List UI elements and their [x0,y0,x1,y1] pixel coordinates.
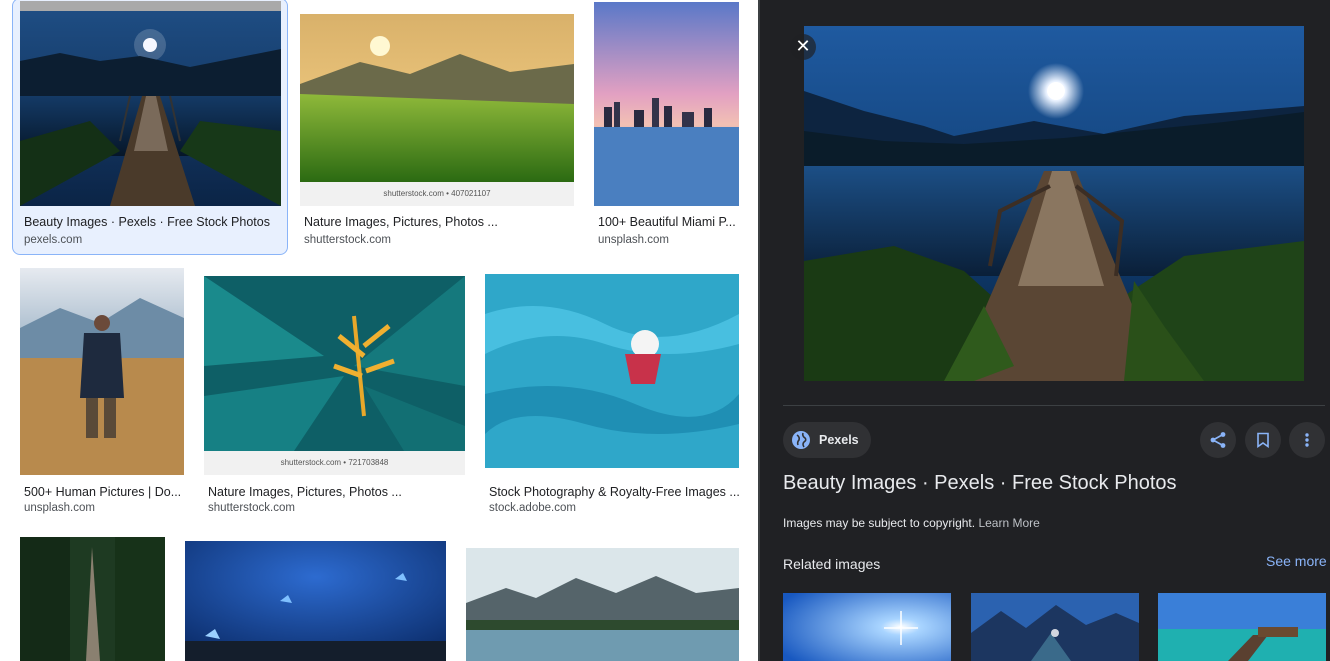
image-search-page: Beauty Images · Pexels · Free Stock Phot… [0,0,1330,661]
related-image[interactable] [971,593,1139,661]
more-vert-icon [1305,433,1309,447]
result-thumbnail[interactable] [466,548,739,661]
result-card[interactable] [466,537,741,661]
source-chip[interactable]: Pexels [783,422,871,458]
save-button[interactable] [1245,422,1281,458]
preview-title[interactable]: Beauty Images · Pexels · Free Stock Phot… [783,472,1177,495]
result-title[interactable]: Stock Photography & Royalty-Free Images … [489,485,743,499]
copyright-text: Images may be subject to copyright. [783,516,976,530]
related-image[interactable] [1158,593,1326,661]
see-more-link[interactable]: See more [1266,553,1327,569]
result-source[interactable]: shutterstock.com [304,234,391,246]
result-thumbnail[interactable] [485,274,739,468]
result-source[interactable]: pexels.com [24,234,82,246]
bookmark-icon [1257,432,1269,448]
panel-divider-line [783,405,1325,406]
result-thumbnail[interactable] [594,2,739,206]
result-card[interactable]: Stock Photography & Royalty-Free Images … [485,268,745,518]
copyright-notice: Images may be subject to copyright. Lear… [783,516,1040,530]
result-card[interactable] [185,541,447,661]
result-title[interactable]: Nature Images, Pictures, Photos ... [304,215,574,229]
related-image[interactable] [783,593,951,661]
image-results-grid: Beauty Images · Pexels · Free Stock Phot… [0,0,758,661]
result-title[interactable]: 500+ Human Pictures | Do... [24,485,182,499]
result-thumbnail[interactable] [20,1,281,206]
learn-more-link[interactable]: Learn More [978,516,1039,530]
share-icon [1210,432,1226,448]
result-card[interactable]: shutterstock.com • 721703848 Nature Imag… [204,268,470,518]
result-source[interactable]: stock.adobe.com [489,502,576,514]
result-thumbnail[interactable]: shutterstock.com • 721703848 [204,276,465,475]
watermark-label: shutterstock.com • 721703848 [204,451,465,475]
globe-icon [792,431,810,449]
result-title[interactable]: 100+ Beautiful Miami P... [598,215,740,229]
result-thumbnail[interactable] [20,268,184,475]
preview-image[interactable] [804,26,1304,381]
result-card[interactable]: shutterstock.com • 407021107 Nature Imag… [300,0,576,250]
result-source[interactable]: unsplash.com [598,234,669,246]
more-options-button[interactable] [1289,422,1325,458]
related-images-heading: Related images [783,556,881,572]
result-thumbnail[interactable]: shutterstock.com • 407021107 [300,14,574,206]
result-card[interactable] [20,537,166,661]
share-button[interactable] [1200,422,1236,458]
result-thumbnail[interactable] [20,537,165,661]
result-title[interactable]: Beauty Images · Pexels · Free Stock Phot… [24,215,279,229]
close-icon[interactable]: ✕ [790,34,816,60]
result-source[interactable]: shutterstock.com [208,502,295,514]
panel-divider [758,0,760,661]
result-thumbnail[interactable] [185,541,446,661]
result-source[interactable]: unsplash.com [24,502,95,514]
result-card[interactable]: 500+ Human Pictures | Do... unsplash.com [20,268,190,518]
result-card-selected[interactable]: Beauty Images · Pexels · Free Stock Phot… [12,0,288,255]
result-card[interactable]: 100+ Beautiful Miami P... unsplash.com [594,0,744,250]
result-title[interactable]: Nature Images, Pictures, Photos ... [208,485,466,499]
source-name: Pexels [819,433,859,447]
watermark-label: shutterstock.com • 407021107 [300,182,574,206]
